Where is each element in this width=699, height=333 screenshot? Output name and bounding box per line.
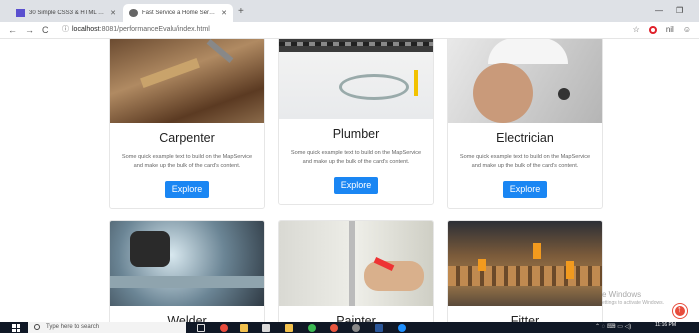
store-icon[interactable] [285, 324, 293, 332]
windows-start-icon[interactable] [12, 324, 20, 332]
electrician-image [448, 39, 602, 123]
close-tab-icon[interactable]: ✕ [110, 9, 116, 17]
service-card-plumber: Plumber Some quick example text to build… [278, 39, 434, 205]
card-text: Some quick example text to build on the … [121, 154, 253, 169]
url-host: localhost [72, 25, 100, 33]
service-card-fitter: Fitter [447, 220, 603, 323]
mail-icon[interactable] [262, 324, 270, 332]
welder-image [110, 221, 264, 306]
browser-toolbar: ← → C ⓘ localhost:8081/performanceEvalu/… [0, 22, 699, 39]
back-icon[interactable]: ← [8, 25, 17, 35]
maximize-icon[interactable]: ❐ [676, 6, 683, 15]
new-tab-button[interactable]: + [238, 6, 244, 17]
carpenter-image [110, 39, 264, 123]
activate-windows-watermark: e Windows ettings to activate Windows. [602, 290, 664, 308]
info-icon: ⓘ [62, 26, 69, 33]
watermark-subtitle: ettings to activate Windows. [602, 300, 664, 306]
card-title: Carpenter [159, 131, 215, 145]
chrome-alt-icon[interactable] [308, 324, 316, 332]
painter-image [279, 221, 433, 306]
search-icon [34, 324, 40, 330]
system-tray-icons[interactable]: ⌃ ◌ ⌨ ▭ ◁) [595, 323, 631, 330]
settings-icon[interactable] [352, 324, 360, 332]
plumber-image [279, 39, 433, 119]
browser-tab-tables[interactable]: 30 Simple CSS3 & HTML Table S ✕ [10, 4, 122, 22]
url-path: :8081/performanceEvalu/index.html [99, 25, 210, 33]
fitter-image [448, 221, 602, 306]
app-blue-icon[interactable] [398, 324, 406, 332]
bookmark-star-icon[interactable]: ☆ [633, 25, 640, 34]
minimize-icon[interactable]: — [655, 6, 663, 15]
task-view-icon[interactable] [197, 324, 205, 332]
address-bar[interactable]: ⓘ localhost:8081/performanceEvalu/index.… [62, 24, 210, 34]
taskbar-clock[interactable]: 11:16 PM [655, 322, 676, 328]
watermark-title: e Windows [602, 290, 642, 299]
service-card-electrician: Electrician Some quick example text to b… [447, 39, 603, 209]
tab-favicon-icon [16, 9, 25, 17]
tab-favicon-icon [129, 9, 138, 17]
opera-icon[interactable] [648, 25, 657, 34]
card-title: Plumber [332, 127, 380, 141]
profile-icon[interactable]: ☺ [683, 25, 691, 34]
card-title: Electrician [496, 131, 554, 145]
windows-taskbar: Type here to search ⌃ ◌ ⌨ ▭ ◁) 11:16 PM [0, 322, 699, 333]
close-tab-icon[interactable]: ✕ [221, 9, 227, 17]
taskbar-search-input[interactable]: Type here to search [28, 322, 186, 333]
word-icon[interactable] [375, 324, 383, 332]
user-label[interactable]: nil [666, 25, 674, 34]
chrome-icon[interactable] [220, 324, 228, 332]
app-icon[interactable] [330, 324, 338, 332]
service-card-painter: Painter [278, 220, 434, 323]
card-text: Some quick example text to build on the … [459, 154, 591, 169]
tab-title: Fast Service a Home Service Co [142, 10, 217, 16]
explore-button[interactable]: Explore [503, 181, 547, 198]
browser-tab-fast-service[interactable]: Fast Service a Home Service Co ✕ [123, 4, 233, 22]
forward-icon[interactable]: → [25, 25, 34, 35]
explore-button[interactable]: Explore [165, 181, 209, 198]
service-card-carpenter: Carpenter Some quick example text to bui… [109, 39, 265, 209]
scroll-to-top-button[interactable] [673, 304, 687, 318]
card-text: Some quick example text to build on the … [290, 150, 422, 165]
reload-icon[interactable]: C [42, 25, 49, 35]
page-content: Carpenter Some quick example text to bui… [0, 39, 699, 323]
tab-title: 30 Simple CSS3 & HTML Table S [29, 10, 106, 16]
service-card-welder: Welder [109, 220, 265, 323]
explore-button[interactable]: Explore [334, 177, 378, 194]
search-placeholder: Type here to search [46, 324, 100, 330]
file-explorer-icon[interactable] [240, 324, 248, 332]
browser-tab-strip: 30 Simple CSS3 & HTML Table S ✕ Fast Ser… [0, 0, 699, 22]
